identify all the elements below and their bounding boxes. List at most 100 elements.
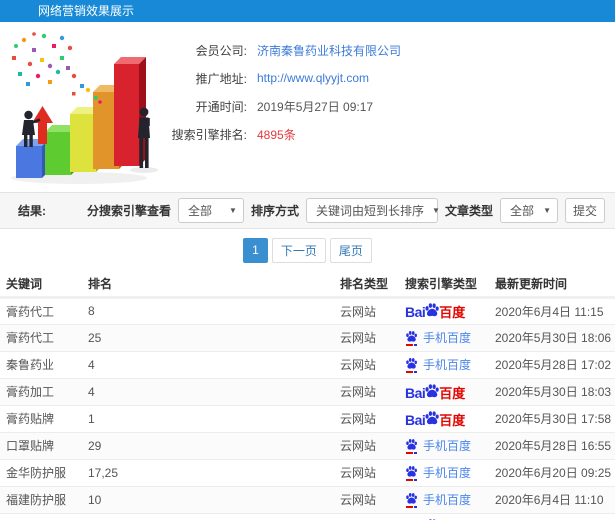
chevron-down-icon: ▼ [543, 206, 551, 215]
rank-type-cell [340, 512, 405, 520]
rank-link[interactable]: 29 [88, 431, 340, 459]
engine-cell: Bai百度 [405, 404, 495, 432]
baidu-paw-icon [425, 303, 440, 317]
pagination: 1 下一页 尾页 [0, 229, 615, 271]
engine-cell: 手机百度 [405, 350, 495, 378]
rank-link[interactable]: 25 [88, 323, 340, 351]
baidu-logo-latin: Bai [405, 384, 426, 401]
table-header-col-rank: 排名 [88, 271, 340, 299]
rank-type-cell: 云网站 [340, 404, 405, 432]
keyword-cell: 膏药代工 [0, 296, 88, 324]
table-row: 膏药贴牌 1 云网站 Bai 百度 2020年5月30日 17:58 [0, 404, 615, 432]
baidu-paw-icon [425, 410, 440, 424]
mobile-baidu-label: 手机百度 [423, 358, 472, 372]
title-bar: 网络营销效果展示 [0, 0, 615, 22]
engine-view-select[interactable]: 全部 ▼ [177, 198, 244, 223]
rank-type-cell: 云网站 [340, 458, 405, 486]
keyword-cell: 口罩贴牌 [0, 431, 88, 459]
keyword-ranking-table: 关键词 排名 排名类型 搜索引擎类型 最新更新时间 膏药代工 8 云网站 Bai 百度 2020年… [0, 271, 615, 520]
updated-cell: 2020年6月4日 11:15 [495, 296, 615, 324]
mobile-baidu-logo: 手机百度 [405, 464, 471, 481]
mobile-baidu-logo: 手机百度 [405, 491, 471, 508]
sort-selected: 关键词由短到长排序 [315, 204, 424, 218]
updated-cell [495, 512, 615, 520]
mobile-baidu-icon [405, 438, 418, 454]
mobile-baidu-label: 手机百度 [423, 493, 472, 507]
updated-cell: 2020年6月20日 09:25 [495, 458, 615, 486]
rank-link[interactable]: 10 [88, 485, 340, 513]
engine-cell: Bai 百度 [405, 296, 495, 324]
engine-view-label: 分搜索引擎查看 [86, 204, 171, 218]
engine-cell: 手机百度 [405, 431, 495, 459]
baidu-logo: Bai 百度 [405, 410, 465, 427]
rank-link[interactable]: 4 [88, 350, 340, 378]
marketing-report-page: 网络营销效果展示 会员公司: 济南秦鲁药业科技有限公司 推广地址: http:/… [0, 0, 615, 520]
table-row: 口罩贴牌 29 云网站 手机百度 2020年5月28日 16:55 [0, 431, 615, 459]
updated-cell: 2020年5月30日 18:06 [495, 323, 615, 351]
info-row-open-time: 开通时间: 2019年5月27日 09:17 [157, 92, 401, 120]
growth-bar-chart-image [11, 32, 158, 184]
page-1-button[interactable]: 1 [243, 237, 268, 263]
table-row: 福建防护服 10 云网站 手机百度 2020年6月4日 11:10 [0, 485, 615, 513]
updated-cell: 2020年5月28日 17:02 [495, 350, 615, 378]
next-page-button[interactable]: 下一页 [271, 237, 326, 263]
engine-cell: Bai 百度 [405, 377, 495, 405]
mobile-baidu-label: 手机百度 [423, 439, 472, 453]
mobile-baidu-logo: 手机百度 [405, 329, 471, 346]
table-header-col-rank-type: 排名类型 [340, 271, 405, 299]
baidu-logo-latin: Bai [405, 304, 426, 320]
keyword-cell: 秦鲁药业 [0, 350, 88, 378]
promo-url-label: 推广地址: [195, 71, 247, 86]
rank-type-cell: 云网站 [340, 296, 405, 324]
keyword-cell: 福建防护服 [0, 485, 88, 513]
rank-link[interactable]: 8 [88, 296, 340, 324]
baidu-logo-cn: 百度 [439, 305, 466, 320]
keyword-cell: 膏药加工 [0, 377, 88, 405]
mobile-baidu-underline [406, 451, 417, 454]
company-label: 会员公司: [195, 43, 247, 58]
engine-view-selected: 全部 [187, 204, 212, 218]
filter-controls: 分搜索引擎查看 全部 ▼ 排序方式 关键词由短到长排序 ▼ 文章类型 全部 ▼ … [87, 198, 605, 223]
baidu-paw-icon [406, 465, 417, 477]
rank-count-label: 搜索引擎排名: [171, 127, 247, 142]
engine-cell: 手机百度 [405, 485, 495, 513]
mobile-baidu-underline [406, 370, 417, 373]
table-row: 金华防护服 17,25 云网站 手机百度 2020年6月20日 09:25 [0, 458, 615, 486]
rank-type-cell: 云网站 [340, 377, 405, 405]
updated-cell: 2020年6月4日 11:10 [495, 485, 615, 513]
engine-cell: Bai百度 [405, 512, 495, 520]
rank-link[interactable]: 17,25 [88, 458, 340, 486]
rank-link[interactable]: 4 [88, 377, 340, 405]
submit-button[interactable]: 提交 [565, 198, 605, 223]
open-time-label: 开通时间: [195, 99, 247, 114]
mobile-baidu-logo: 手机百度 [405, 437, 471, 454]
baidu-logo: Bai 百度 [405, 302, 465, 319]
sort-select[interactable]: 关键词由短到长排序 ▼ [305, 198, 440, 223]
table-row: 膏药代工 8 云网站 Bai 百度 2020年6月4日 11:15 [0, 296, 615, 324]
table-header-col-updated: 最新更新时间 [495, 271, 615, 299]
rank-type-cell: 云网站 [340, 485, 405, 513]
baidu-paw-icon [406, 357, 417, 369]
info-row-url: 推广地址: http://www.qlyyjt.com [157, 64, 401, 92]
baidu-logo-cn: 百度 [439, 385, 466, 401]
mobile-baidu-underline [406, 343, 417, 346]
company-link[interactable]: 济南秦鲁药业科技有限公司 [257, 42, 401, 59]
table-row: 膏药代工 25 云网站 手机百度 2020年5月30日 18:06 [0, 323, 615, 351]
keyword-cell [0, 512, 88, 520]
article-type-selected: 全部 [510, 204, 535, 218]
article-type-select[interactable]: 全部 ▼ [500, 198, 558, 223]
mobile-baidu-underline [406, 478, 417, 481]
mobile-baidu-icon [405, 330, 418, 346]
rank-type-cell: 云网站 [340, 431, 405, 459]
page-title: 网络营销效果展示 [38, 4, 135, 18]
mobile-baidu-icon [405, 492, 418, 508]
keyword-cell: 膏药代工 [0, 323, 88, 351]
rank-link[interactable]: 1 [88, 404, 340, 432]
updated-cell: 2020年5月30日 17:58 [495, 404, 615, 432]
table-row: 秦鲁药业 4 云网站 手机百度 2020年5月28日 17:02 [0, 350, 615, 378]
last-page-button[interactable]: 尾页 [329, 237, 372, 263]
top-section: 会员公司: 济南秦鲁药业科技有限公司 推广地址: http://www.qlyy… [0, 22, 615, 192]
promo-url-link[interactable]: http://www.qlyyjt.com [257, 71, 369, 85]
rank-type-cell: 云网站 [340, 350, 405, 378]
rank-link[interactable] [88, 512, 340, 520]
